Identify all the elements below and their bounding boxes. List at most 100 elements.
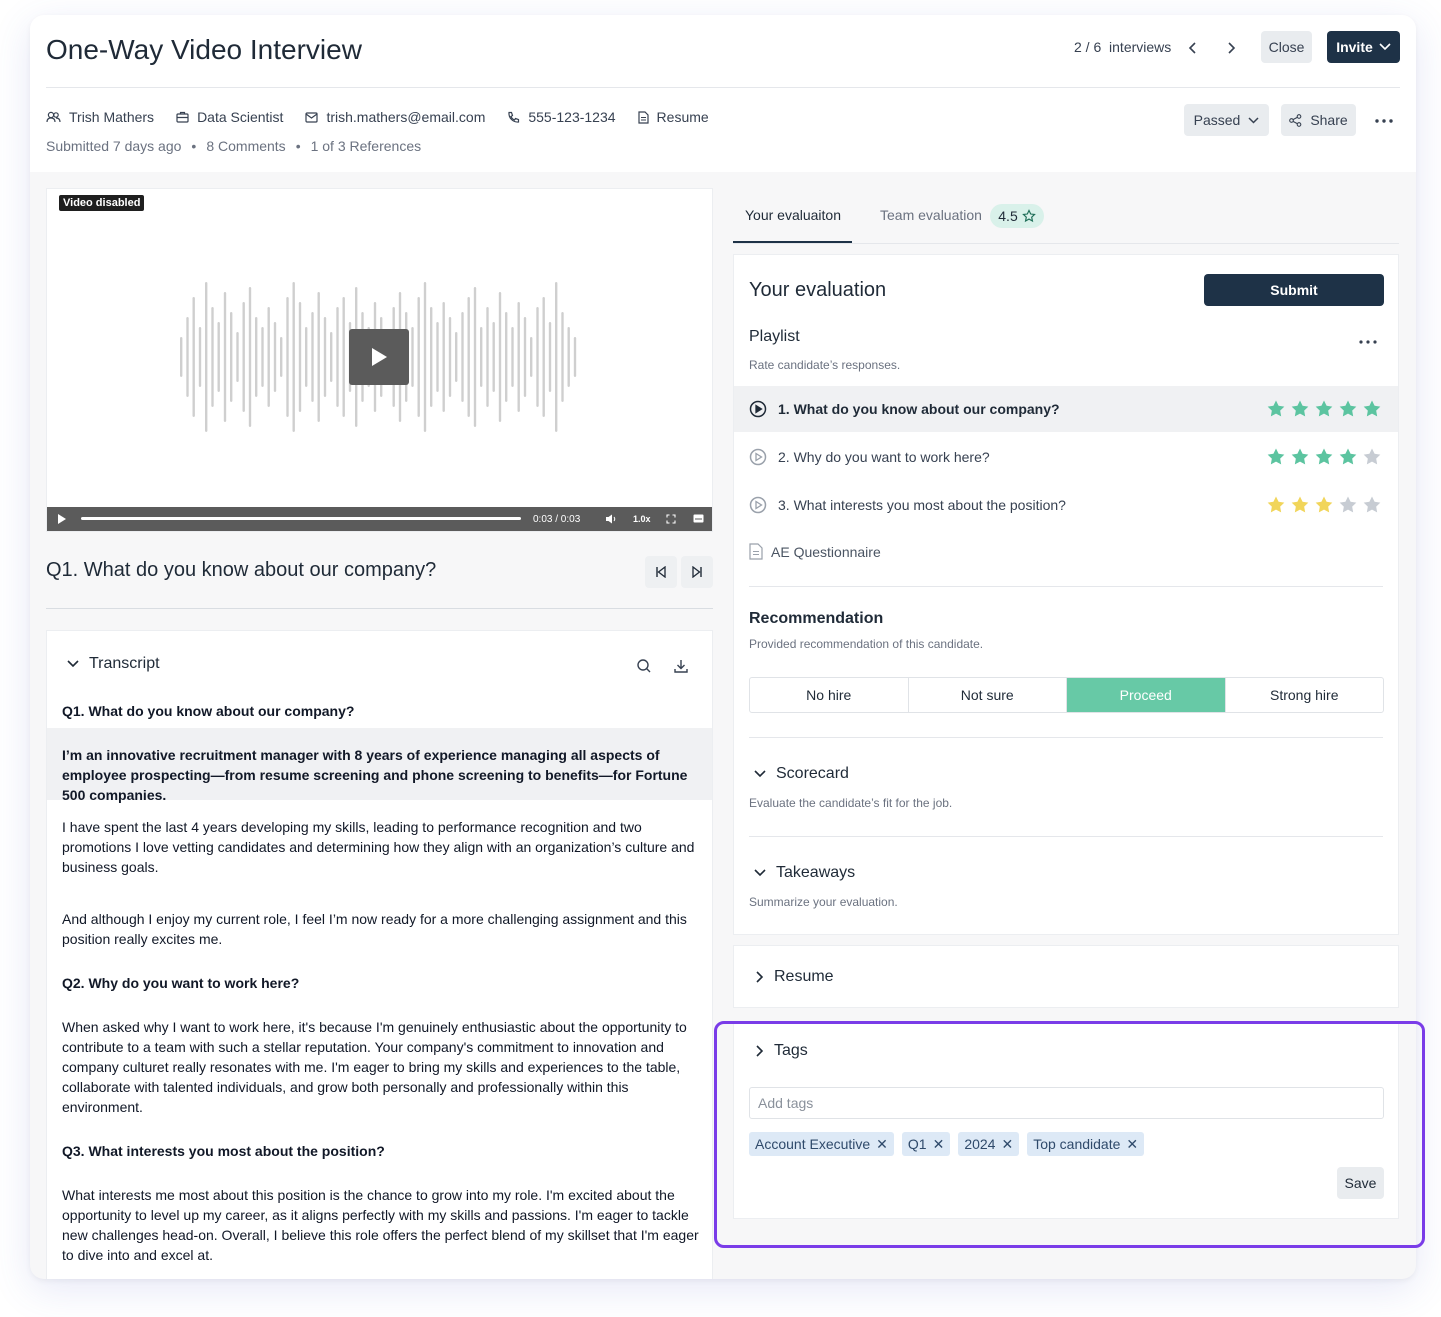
star-icon[interactable]: [1290, 447, 1310, 467]
waveform-bar: [280, 337, 283, 377]
star-icon[interactable]: [1362, 495, 1382, 515]
search-icon[interactable]: [635, 657, 653, 675]
waveform-bar: [461, 312, 464, 402]
star-icon[interactable]: [1338, 399, 1358, 419]
star-icon[interactable]: [1266, 495, 1286, 515]
transcript-question: Q2. Why do you want to work here?: [62, 975, 300, 991]
submit-button[interactable]: Submit: [1204, 274, 1384, 306]
star-icon[interactable]: [1266, 447, 1286, 467]
star-icon[interactable]: [1290, 399, 1310, 419]
section-divider: [749, 836, 1383, 837]
star-icon[interactable]: [1362, 447, 1382, 467]
star-icon[interactable]: [1314, 447, 1334, 467]
recommendation-option[interactable]: No hire: [750, 678, 909, 712]
playlist-item[interactable]: 2. Why do you want to work here?: [734, 434, 1398, 480]
fullscreen-icon[interactable]: [666, 514, 676, 524]
waveform-bar: [523, 317, 527, 397]
star-icon[interactable]: [1314, 399, 1334, 419]
waveform-bar: [480, 327, 483, 387]
captions-icon[interactable]: [693, 514, 704, 523]
more-horizontal-icon: [1359, 340, 1377, 344]
star-rating: [1266, 447, 1382, 467]
share-button[interactable]: Share: [1281, 104, 1356, 136]
chevron-right-icon: [1228, 42, 1236, 54]
playlist-more-button[interactable]: [1356, 334, 1380, 350]
references-link[interactable]: 1 of 3 References: [311, 138, 422, 154]
download-icon[interactable]: [672, 657, 690, 675]
phone-icon: [508, 111, 520, 123]
questionnaire-link[interactable]: AE Questionnaire: [749, 543, 881, 560]
scorecard-subtitle: Evaluate the candidate’s fit for the job…: [749, 796, 953, 810]
chevron-left-icon: [1188, 42, 1196, 54]
next-interview-button[interactable]: [1220, 37, 1242, 59]
chevron-right-icon: [756, 971, 764, 983]
playlist-title: Playlist: [749, 328, 800, 345]
star-icon[interactable]: [1290, 495, 1310, 515]
playlist-item-label: 2. Why do you want to work here?: [778, 449, 990, 465]
star-icon[interactable]: [1362, 399, 1382, 419]
tab-team-evaluation[interactable]: Team evaluation: [880, 207, 982, 223]
next-question-button[interactable]: [681, 556, 713, 588]
waveform-bar: [530, 337, 533, 377]
star-icon[interactable]: [1338, 447, 1358, 467]
volume-icon[interactable]: [605, 514, 617, 524]
transcript-paragraph: And although I enjoy my current role, I …: [62, 911, 687, 947]
previous-question-button[interactable]: [645, 556, 677, 588]
scorecard-toggle[interactable]: Scorecard: [754, 765, 849, 783]
recommendation-option[interactable]: Not sure: [909, 678, 1067, 712]
recommendation-option[interactable]: Proceed: [1067, 678, 1226, 712]
skip-back-icon: [656, 566, 666, 578]
star-icon[interactable]: [1338, 495, 1358, 515]
star-icon[interactable]: [1314, 495, 1334, 515]
waveform-bar: [261, 327, 264, 387]
candidate-name-text: Trish Mathers: [69, 109, 155, 125]
play-circle-icon: [749, 400, 767, 418]
video-controls: 0:03 / 0:03 1.0x: [47, 507, 712, 531]
close-button[interactable]: Close: [1261, 31, 1312, 63]
tab-your-evaluation[interactable]: Your evaluaiton: [745, 207, 841, 223]
waveform-bar: [311, 312, 314, 402]
briefcase-icon: [176, 111, 189, 123]
transcript-question: Q3. What interests you most about the po…: [62, 1143, 385, 1159]
video-player[interactable]: Video disabled 0:03 / 0:03 1.0x: [46, 188, 713, 532]
transcript-panel: Transcript Q1. What do you know about ou…: [46, 630, 713, 1279]
transcript-question: Q1. What do you know about our company?: [62, 703, 355, 719]
star-outline-icon: [1021, 209, 1036, 223]
waveform-bar: [217, 322, 220, 392]
resume-toggle[interactable]: Resume: [756, 968, 834, 986]
recommendation-option[interactable]: Strong hire: [1226, 678, 1384, 712]
page-title: One-Way Video Interview: [46, 34, 362, 65]
candidate-resume-text: Resume: [656, 109, 709, 125]
candidate-phone[interactable]: 555-123-1234: [507, 109, 616, 125]
playlist-item[interactable]: 1. What do you know about our company?: [734, 386, 1398, 432]
candidate-email[interactable]: trish.mathers@email.com: [305, 109, 485, 125]
previous-interview-button[interactable]: [1182, 37, 1204, 59]
video-progress-bar[interactable]: [81, 517, 521, 520]
skip-forward-icon: [692, 566, 702, 578]
section-divider: [749, 586, 1383, 587]
recommendation-options: No hire Not sure Proceed Strong hire: [749, 677, 1384, 713]
chevron-down-icon: [1248, 116, 1259, 124]
chevron-down-icon: [1379, 43, 1391, 51]
status-dropdown[interactable]: Passed: [1184, 104, 1269, 136]
comments-link[interactable]: 8 Comments: [206, 138, 285, 154]
users-icon: [46, 111, 61, 123]
transcript-paragraph: What interests me most about this positi…: [62, 1187, 699, 1263]
waveform-bar: [442, 302, 445, 412]
waveform-bar: [248, 287, 252, 427]
mail-icon: [305, 111, 319, 123]
team-score-value: 4.5: [998, 208, 1018, 224]
invite-button[interactable]: Invite: [1327, 31, 1400, 63]
play-button[interactable]: [349, 329, 409, 385]
takeaways-toggle[interactable]: Takeaways: [754, 864, 855, 882]
waveform-bar: [186, 317, 189, 397]
more-options-button[interactable]: [1373, 110, 1395, 132]
candidate-name: Trish Mathers: [46, 109, 154, 125]
transcript-toggle[interactable]: Transcript: [67, 655, 160, 673]
playback-speed[interactable]: 1.0x: [633, 514, 651, 524]
star-icon[interactable]: [1266, 399, 1286, 419]
waveform-bar: [505, 312, 508, 402]
play-small-icon[interactable]: [58, 514, 66, 524]
candidate-resume-link[interactable]: Resume: [637, 109, 709, 125]
playlist-item[interactable]: 3. What interests you most about the pos…: [734, 482, 1398, 528]
